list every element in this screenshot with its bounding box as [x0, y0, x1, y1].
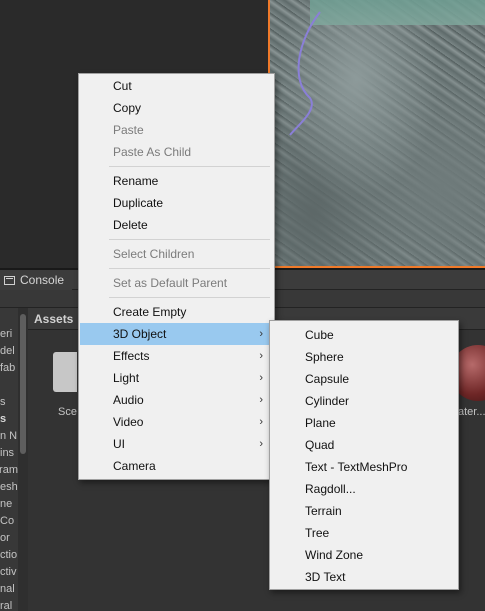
project-folder-tree[interactable]: eri del fab s s n N ins ram esh ne Co or ctio ctiv nal…: [0, 308, 18, 611]
chevron-right-icon: ›: [259, 438, 263, 450]
submenu-item-wind-zone[interactable]: Wind Zone: [271, 544, 457, 566]
submenu-item-cube[interactable]: Cube: [271, 324, 457, 346]
menu-item-delete[interactable]: Delete: [80, 214, 273, 236]
scene-view[interactable]: [268, 0, 485, 268]
menu-item-label: Light: [113, 371, 140, 385]
folder-tree-item[interactable]: ne: [0, 498, 18, 510]
menu-item-light[interactable]: Light ›: [80, 367, 273, 389]
menu-item-ui[interactable]: UI ›: [80, 433, 273, 455]
folder-tree-item[interactable]: s: [0, 413, 18, 425]
folder-tree-item[interactable]: fab: [0, 362, 18, 374]
menu-item-paste-as-child[interactable]: Paste As Child: [80, 141, 273, 163]
chevron-right-icon: ›: [259, 372, 263, 384]
menu-separator: [109, 239, 270, 240]
folder-tree-item[interactable]: ins: [0, 447, 18, 459]
menu-item-label: 3D Object: [113, 327, 167, 341]
submenu-item-sphere[interactable]: Sphere: [271, 346, 457, 368]
submenu-item-ragdoll[interactable]: Ragdoll...: [271, 478, 457, 500]
folder-tree-item[interactable]: del: [0, 345, 18, 357]
tab-console[interactable]: Console: [0, 270, 73, 290]
menu-item-label: Select Children: [113, 247, 195, 261]
folder-tree-item[interactable]: ral: [0, 600, 18, 611]
menu-item-copy[interactable]: Copy: [80, 97, 273, 119]
folder-tree-item[interactable]: esh: [0, 481, 18, 493]
submenu-item-plane[interactable]: Plane: [271, 412, 457, 434]
folder-tree-item[interactable]: s: [0, 396, 18, 408]
folder-tree-item[interactable]: eri: [0, 328, 18, 340]
asset-label-scenes: Sce: [58, 406, 77, 418]
console-icon: [4, 275, 15, 285]
menu-item-label: Cut: [113, 79, 132, 93]
menu-item-rename[interactable]: Rename: [80, 170, 273, 192]
menu-item-label: Paste As Child: [113, 145, 192, 159]
submenu-item-quad[interactable]: Quad: [271, 434, 457, 456]
menu-item-label: Paste: [113, 123, 144, 137]
menu-item-3d-object[interactable]: 3D Object ›: [80, 323, 273, 345]
menu-item-paste[interactable]: Paste: [80, 119, 273, 141]
menu-item-label: Audio: [113, 393, 144, 407]
menu-item-set-as-default-parent[interactable]: Set as Default Parent: [80, 272, 273, 294]
menu-item-audio[interactable]: Audio ›: [80, 389, 273, 411]
folder-tree-item[interactable]: ram: [0, 464, 18, 476]
menu-item-label: Copy: [113, 101, 142, 115]
chevron-right-icon: ›: [259, 350, 263, 362]
assets-header-label[interactable]: Assets: [34, 312, 73, 326]
folder-tree-item[interactable]: n N: [0, 430, 18, 442]
menu-item-camera[interactable]: Camera: [80, 455, 273, 477]
menu-item-effects[interactable]: Effects ›: [80, 345, 273, 367]
menu-separator: [109, 297, 270, 298]
folder-tree-item[interactable]: ctiv: [0, 566, 18, 578]
menu-separator: [109, 268, 270, 269]
folder-tree-scrollbar[interactable]: [18, 308, 28, 611]
menu-item-cut[interactable]: Cut: [80, 75, 273, 97]
menu-item-label: Duplicate: [113, 196, 164, 210]
folder-tree-item[interactable]: or: [0, 532, 18, 544]
menu-item-label: Effects: [113, 349, 150, 363]
submenu-item-cylinder[interactable]: Cylinder: [271, 390, 457, 412]
menu-item-duplicate[interactable]: Duplicate: [80, 192, 273, 214]
submenu-item-tree[interactable]: Tree: [271, 522, 457, 544]
menu-item-label: Delete: [113, 218, 148, 232]
menu-separator: [109, 166, 270, 167]
chevron-right-icon: ›: [259, 394, 263, 406]
terrain-outline: [289, 11, 321, 136]
submenu-item-3d-text[interactable]: 3D Text: [271, 566, 457, 588]
folder-tree-item[interactable]: nal: [0, 583, 18, 595]
menu-item-label: UI: [113, 437, 125, 451]
menu-item-video[interactable]: Video ›: [80, 411, 273, 433]
submenu-item-capsule[interactable]: Capsule: [271, 368, 457, 390]
submenu-item-terrain[interactable]: Terrain: [271, 500, 457, 522]
asset-label-water: ater...: [458, 406, 485, 418]
submenu-item-text-textmeshpro[interactable]: Text - TextMeshPro: [271, 456, 457, 478]
chevron-right-icon: ›: [259, 328, 263, 340]
menu-item-label: Video: [113, 415, 144, 429]
scrollbar-thumb[interactable]: [20, 314, 26, 454]
context-menu: Cut Copy Paste Paste As Child Rename Duplicat…: [78, 73, 275, 480]
menu-item-label: Create Empty: [113, 305, 187, 319]
folder-tree-item[interactable]: Co: [0, 515, 18, 527]
menu-item-create-empty[interactable]: Create Empty: [80, 301, 273, 323]
tab-console-label: Console: [20, 273, 65, 287]
menu-item-label: Camera: [113, 459, 156, 473]
menu-item-label: Set as Default Parent: [113, 276, 228, 290]
menu-item-select-children[interactable]: Select Children: [80, 243, 273, 265]
folder-icon[interactable]: [53, 352, 77, 392]
folder-tree-item[interactable]: ctio: [0, 549, 18, 561]
menu-item-label: Rename: [113, 174, 159, 188]
submenu-3d-object: Cube Sphere Capsule Cylinder Plane Quad Text -…: [269, 320, 459, 590]
chevron-right-icon: ›: [259, 416, 263, 428]
